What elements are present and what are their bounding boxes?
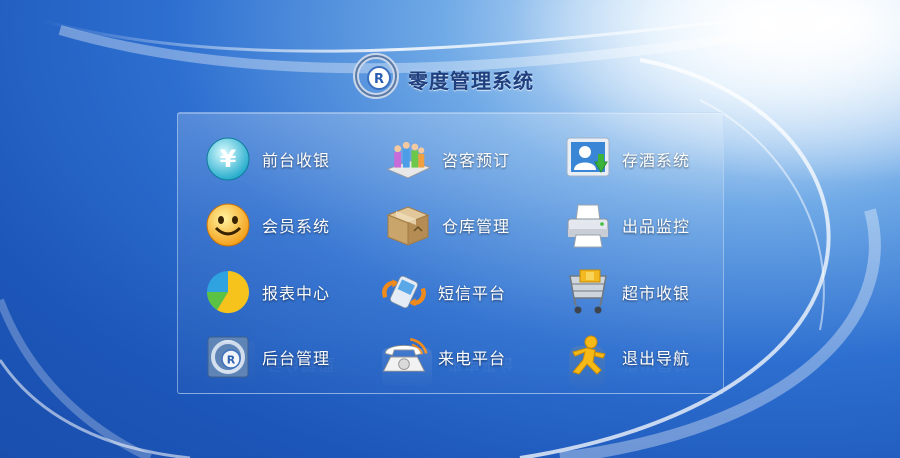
svg-text:R: R <box>374 72 384 87</box>
menu-item-label: 来电平台 <box>438 349 507 368</box>
menu-item-label: 会员系统 <box>262 217 331 236</box>
menu-item-label: 退出导航 <box>622 349 691 368</box>
menu-item-report-center[interactable]: 报表中心 <box>204 268 330 316</box>
menu-item-incoming-call[interactable]: 来电平台 <box>380 333 506 381</box>
printer-icon <box>564 201 612 249</box>
registered-r-icon: R <box>204 333 252 381</box>
main-window: R 零度管理系统 ¥ 前台收银 咨客预订 存酒系统 会员系统 仓库管理 出品监控… <box>0 0 900 458</box>
menu-item-label: 咨客预订 <box>442 151 511 170</box>
menu-item-label: 超市收银 <box>622 284 691 303</box>
menu-item-label: 短信平台 <box>438 284 507 303</box>
menu-item-warehouse[interactable]: 仓库管理 <box>384 201 510 249</box>
menu-item-label: 出品监控 <box>622 217 691 236</box>
menu-item-admin[interactable]: R 后台管理 <box>204 333 330 381</box>
telephone-icon <box>380 333 428 381</box>
menu-item-wine-storage[interactable]: 存酒系统 <box>564 135 690 183</box>
pie-chart-icon <box>204 268 252 316</box>
menu-item-reservation[interactable]: 咨客预订 <box>384 135 510 183</box>
menu-item-label: 前台收银 <box>262 151 331 170</box>
menu-item-label: 存酒系统 <box>622 151 691 170</box>
svg-text:¥: ¥ <box>220 145 237 173</box>
menu-item-label: 仓库管理 <box>442 217 511 236</box>
menu-item-front-desk-cashier[interactable]: ¥ 前台收银 <box>204 135 330 183</box>
app-title: 零度管理系统 <box>408 69 534 93</box>
menu-item-output-monitor[interactable]: 出品监控 <box>564 201 690 249</box>
shopping-cart-icon <box>564 268 612 316</box>
menu-item-supermarket-cashier[interactable]: 超市收银 <box>564 268 690 316</box>
menu-item-label: 报表中心 <box>262 284 331 303</box>
menu-item-sms-platform[interactable]: 短信平台 <box>380 268 506 316</box>
people-group-icon <box>384 135 432 183</box>
menu-item-exit-navigation[interactable]: 退出导航 <box>564 333 690 381</box>
mobile-sms-icon <box>380 268 428 316</box>
user-download-icon <box>564 135 612 183</box>
svg-text:R: R <box>227 354 236 367</box>
menu-item-label: 后台管理 <box>262 349 331 368</box>
menu-item-membership[interactable]: 会员系统 <box>204 201 330 249</box>
yen-coin-icon: ¥ <box>204 135 252 183</box>
smiley-face-icon <box>204 201 252 249</box>
running-man-icon <box>564 333 612 381</box>
registered-r-logo-icon: R <box>353 53 399 99</box>
cardboard-box-icon <box>384 201 432 249</box>
